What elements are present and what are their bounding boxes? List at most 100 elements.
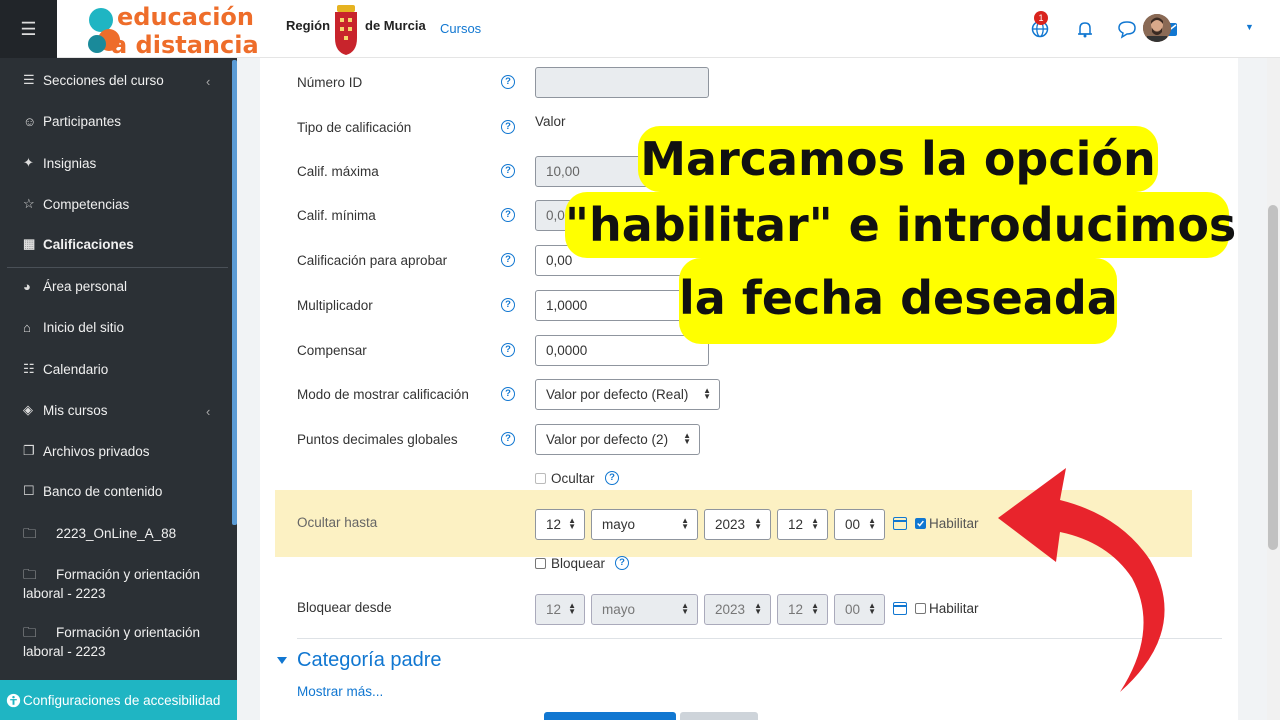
nav-link-cursos[interactable]: Cursos: [440, 21, 481, 36]
sidebar-item-label: Competencias: [43, 196, 130, 212]
select-value: mayo: [602, 517, 636, 532]
collapse-caret-icon[interactable]: [277, 657, 287, 664]
dashboard-icon: ◕: [23, 279, 31, 294]
bloquear-day-select[interactable]: 12 ▲ ▼: [535, 594, 585, 625]
decimales-select[interactable]: Valor por defecto (2) ▲ ▼: [535, 424, 700, 455]
section-title-categoria-padre[interactable]: Categoría padre: [297, 649, 442, 672]
ocultar-minute-select[interactable]: 00 ▲ ▼: [834, 509, 885, 540]
sidebar-item-label: Inicio del sitio: [43, 320, 125, 335]
sidebar-item-insignias[interactable]: ✦ Insignias: [23, 155, 96, 171]
sort-caret-icon: ▲ ▼: [868, 601, 876, 616]
avatar[interactable]: [1143, 14, 1171, 42]
tipo-calificacion-value: Valor: [535, 114, 566, 129]
sidebar-item-competencias[interactable]: ☆ Competencias: [23, 196, 129, 212]
label-compensar: Compensar: [297, 343, 367, 358]
ocultar-label: Ocultar: [551, 471, 595, 486]
select-value: Valor por defecto (Real): [546, 387, 689, 402]
chat-icon[interactable]: [1116, 18, 1138, 40]
calendar-icon[interactable]: [893, 602, 907, 615]
bloquear-hour-select[interactable]: 12 ▲ ▼: [777, 594, 828, 625]
sort-caret-icon: ▲ ▼: [868, 516, 876, 531]
habilitar-label: Habilitar: [929, 601, 979, 616]
select-value: 00: [845, 602, 861, 617]
help-icon[interactable]: ?: [501, 343, 515, 357]
menu-toggle-button[interactable]: ☰: [0, 0, 57, 58]
instruction-callout: Marcamos la opción "habilitar" e introdu…: [565, 126, 1236, 344]
help-icon[interactable]: ?: [501, 253, 515, 267]
table-icon: ▦: [23, 236, 36, 251]
sidebar-course-2[interactable]: 🗀 Formación y orientación laboral - 2223: [23, 565, 223, 603]
select-value: 12: [546, 517, 562, 532]
sort-caret-icon: ▲ ▼: [568, 601, 576, 616]
educacion-a-distancia-logo[interactable]: educación a distancia: [87, 0, 282, 58]
page-scrollbar-thumb[interactable]: [1268, 205, 1278, 550]
sidebar-item-banco[interactable]: ☐ Banco de contenido: [23, 483, 162, 499]
ocultar-month-select[interactable]: mayo ▲ ▼: [591, 509, 698, 540]
sort-caret-icon: ▲ ▼: [754, 516, 762, 531]
help-icon[interactable]: ?: [501, 208, 515, 222]
accessibility-settings-link[interactable]: Configuraciones de accesibilidad: [0, 680, 237, 720]
hamburger-icon: ☰: [20, 18, 37, 39]
save-button[interactable]: [544, 712, 676, 720]
sidebar-item-mis-cursos[interactable]: ◈ Mis cursos: [23, 402, 108, 418]
callout-line-1: Marcamos la opción: [638, 126, 1158, 192]
help-icon[interactable]: ?: [501, 120, 515, 134]
bloquear-year-select[interactable]: 2023 ▲ ▼: [704, 594, 771, 625]
accessibility-icon: [6, 693, 21, 707]
users-icon: ☺: [23, 114, 37, 129]
bloquear-month-select[interactable]: mayo ▲ ▼: [591, 594, 698, 625]
select-value: 2023: [715, 602, 746, 617]
calendar-icon: ☷: [23, 361, 35, 376]
bloquear-checkbox[interactable]: [535, 558, 546, 569]
bloquear-minute-select[interactable]: 00 ▲ ▼: [834, 594, 885, 625]
help-icon[interactable]: ?: [615, 556, 629, 570]
chevron-left-icon[interactable]: ‹: [206, 74, 210, 89]
sidebar-item-label: Insignias: [43, 155, 97, 171]
sidebar-item-label: Banco de contenido: [43, 483, 163, 499]
ocultar-year-select[interactable]: 2023 ▲ ▼: [704, 509, 771, 540]
help-icon[interactable]: ?: [501, 432, 515, 446]
ocultar-habilitar-checkbox[interactable]: [915, 518, 926, 529]
paste-icon: ☐: [23, 483, 35, 498]
modo-mostrar-select[interactable]: Valor por defecto (Real) ▲ ▼: [535, 379, 720, 410]
sidebar-course-3[interactable]: 🗀 Formación y orientación laboral - 2223: [23, 623, 223, 661]
sidebar-item-calendario[interactable]: ☷ Calendario: [23, 361, 108, 377]
mostrar-mas-link[interactable]: Mostrar más...: [297, 684, 383, 699]
select-value: Valor por defecto (2): [546, 432, 669, 447]
ocultar-checkbox[interactable]: [535, 473, 546, 484]
sidebar-item-area-personal[interactable]: ◕ Área personal: [23, 279, 127, 294]
help-icon[interactable]: ?: [605, 471, 619, 485]
ocultar-hour-select[interactable]: 12 ▲ ▼: [777, 509, 828, 540]
help-icon[interactable]: ?: [501, 75, 515, 89]
callout-line-2: "habilitar" e introducimos: [565, 192, 1236, 258]
help-icon[interactable]: ?: [501, 164, 515, 178]
bell-icon[interactable]: [1074, 18, 1096, 40]
sidebar-divider: [7, 267, 228, 268]
cancel-button[interactable]: [680, 712, 758, 720]
sidebar-item-inicio[interactable]: ⌂ Inicio del sitio: [23, 320, 124, 335]
sidebar-item-archivos[interactable]: ❐ Archivos privados: [23, 443, 150, 459]
chevron-left-icon[interactable]: ‹: [206, 404, 210, 419]
label-modo-mostrar: Modo de mostrar calificación: [297, 387, 469, 402]
list-icon: ☰: [23, 72, 35, 87]
sort-caret-icon: ▲ ▼: [811, 516, 819, 531]
folder-icon: 🗀: [23, 526, 37, 541]
sidebar-scrollbar[interactable]: [232, 60, 237, 525]
select-value: mayo: [602, 602, 636, 617]
sidebar-item-secciones[interactable]: ☰ Secciones del curso: [23, 72, 164, 88]
notification-badge: 1: [1034, 11, 1048, 25]
numero-id-input[interactable]: [535, 67, 709, 98]
calendar-icon[interactable]: [893, 517, 907, 530]
murcia-coat-of-arms-logo: [335, 5, 357, 55]
bloquear-habilitar-checkbox[interactable]: [915, 603, 926, 614]
home-icon: ⌂: [23, 320, 31, 335]
select-value: 00: [845, 517, 861, 532]
caret-down-icon[interactable]: ▼: [1245, 22, 1254, 32]
sidebar-course-1[interactable]: 🗀 2223_OnLine_A_88: [23, 524, 223, 543]
help-icon[interactable]: ?: [501, 298, 515, 312]
region-label-right: de Murcia: [365, 18, 426, 33]
sidebar-item-calificaciones[interactable]: ▦ Calificaciones: [23, 236, 134, 252]
sidebar-item-participantes[interactable]: ☺ Participantes: [23, 114, 121, 129]
ocultar-day-select[interactable]: 12 ▲ ▼: [535, 509, 585, 540]
help-icon[interactable]: ?: [501, 387, 515, 401]
